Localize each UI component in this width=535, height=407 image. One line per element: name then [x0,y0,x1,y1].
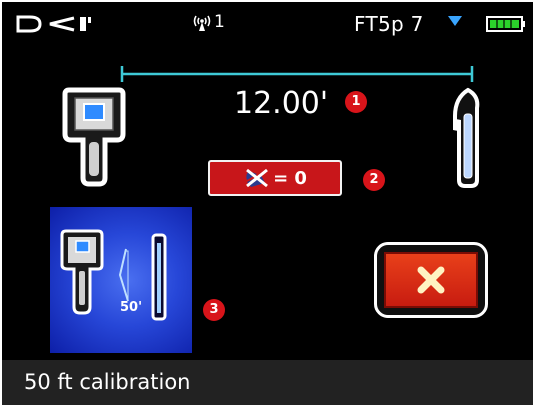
transmitter-off-icon [246,168,268,188]
cancel-button[interactable] [374,242,488,318]
offset-zero-button[interactable]: = 0 [208,160,342,196]
channel-number: 1 [214,12,225,32]
battery-icon [486,16,525,32]
signal-indicator: 1 [192,12,225,32]
distance-dimension-line [120,66,474,82]
cancel-button-face [384,252,478,308]
footer-bar: 50 ft calibration [2,360,533,405]
step-badge-3: 3 [203,299,225,321]
frequency-label: FT5p 7 [354,12,424,36]
calibration-panel-distance: 50' [120,300,143,315]
calibration-distance-value: 12.00' [234,86,329,121]
step-badge-2: 2 [363,169,385,191]
dci-logo [16,15,91,33]
step-badge-1: 1 [345,91,367,113]
screen-title: 50 ft calibration [24,370,191,394]
triangle-down-icon[interactable] [448,16,462,26]
close-icon [417,266,445,294]
receiver-icon [62,87,126,187]
device-screen: 1 FT5p 7 12.00' 1 = 0 2 50' 3 50 ft cali… [2,2,533,405]
status-bar: 1 FT5p 7 [2,2,533,42]
antenna-icon [193,15,211,31]
calibration-icon [60,229,167,321]
offset-zero-label: = 0 [273,167,307,189]
calibration-panel[interactable]: 50' [50,207,192,353]
transmitter-icon [453,87,480,188]
